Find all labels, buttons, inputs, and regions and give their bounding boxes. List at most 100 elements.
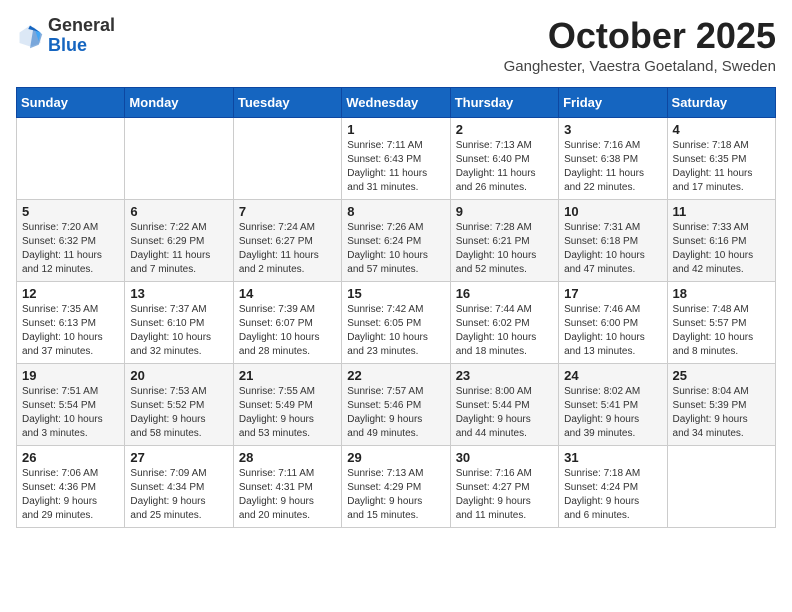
- day-info: Sunrise: 7:18 AM Sunset: 6:35 PM Dayligh…: [673, 139, 770, 195]
- day-number: 6: [130, 204, 227, 219]
- day-info: Sunrise: 7:16 AM Sunset: 6:38 PM Dayligh…: [564, 139, 661, 195]
- calendar-cell: 22Sunrise: 7:57 AM Sunset: 5:46 PM Dayli…: [342, 363, 450, 445]
- day-number: 27: [130, 450, 227, 465]
- logo: General Blue: [16, 16, 115, 56]
- day-number: 22: [347, 368, 444, 383]
- day-number: 3: [564, 122, 661, 137]
- calendar-cell: [233, 117, 341, 199]
- day-number: 29: [347, 450, 444, 465]
- calendar-cell: 16 Sunrise: 7:44 AM Sunset: 6:02 PM Dayli…: [450, 281, 558, 363]
- calendar-week-2: 5Sunrise: 7:20 AM Sunset: 6:32 PM Daylig…: [17, 199, 776, 281]
- day-number: 31: [564, 450, 661, 465]
- day-number: 16: [456, 286, 553, 301]
- day-number: 11: [673, 204, 770, 219]
- calendar-week-1: 1 Sunrise: 7:11 AM Sunset: 6:43 PM Daylig…: [17, 117, 776, 199]
- calendar-cell: 3 Sunrise: 7:16 AM Sunset: 6:38 PM Daylig…: [559, 117, 667, 199]
- day-info: Sunrise: 7:11 AM Sunset: 4:31 PM Dayligh…: [239, 467, 336, 523]
- calendar-cell: 28Sunrise: 7:11 AM Sunset: 4:31 PM Dayli…: [233, 445, 341, 527]
- calendar-cell: 29 Sunrise: 7:13 AM Sunset: 4:29 PM Dayli…: [342, 445, 450, 527]
- page-header: General Blue October 2025 Ganghester, Va…: [16, 16, 776, 75]
- calendar-cell: [17, 117, 125, 199]
- calendar-cell: 1 Sunrise: 7:11 AM Sunset: 6:43 PM Daylig…: [342, 117, 450, 199]
- day-info: Sunrise: 7:37 AM Sunset: 6:10 PM Dayligh…: [130, 303, 227, 359]
- calendar-cell: [667, 445, 775, 527]
- calendar-cell: 21Sunrise: 7:55 AM Sunset: 5:49 PM Dayli…: [233, 363, 341, 445]
- day-number: 23: [456, 368, 553, 383]
- day-number: 21: [239, 368, 336, 383]
- day-info: Sunrise: 7:13 AM Sunset: 6:40 PM Dayligh…: [456, 139, 553, 195]
- day-number: 15: [347, 286, 444, 301]
- day-number: 17: [564, 286, 661, 301]
- day-info: Sunrise: 8:00 AM Sunset: 5:44 PM Dayligh…: [456, 385, 553, 441]
- day-info: Sunrise: 7:35 AM Sunset: 6:13 PM Dayligh…: [22, 303, 119, 359]
- day-info: Sunrise: 7:28 AM Sunset: 6:21 PM Dayligh…: [456, 221, 553, 277]
- calendar-cell: 14 Sunrise: 7:39 AM Sunset: 6:07 PM Dayli…: [233, 281, 341, 363]
- calendar-cell: 27Sunrise: 7:09 AM Sunset: 4:34 PM Dayli…: [125, 445, 233, 527]
- day-info: Sunrise: 7:18 AM Sunset: 4:24 PM Dayligh…: [564, 467, 661, 523]
- calendar-cell: 25Sunrise: 8:04 AM Sunset: 5:39 PM Dayli…: [667, 363, 775, 445]
- calendar-cell: 19 Sunrise: 7:51 AM Sunset: 5:54 PM Dayli…: [17, 363, 125, 445]
- calendar-cell: 15 Sunrise: 7:42 AM Sunset: 6:05 PM Dayli…: [342, 281, 450, 363]
- day-info: Sunrise: 8:02 AM Sunset: 5:41 PM Dayligh…: [564, 385, 661, 441]
- day-number: 12: [22, 286, 119, 301]
- day-info: Sunrise: 7:48 AM Sunset: 5:57 PM Dayligh…: [673, 303, 770, 359]
- month-title: October 2025: [504, 16, 776, 56]
- day-info: Sunrise: 7:42 AM Sunset: 6:05 PM Dayligh…: [347, 303, 444, 359]
- title-block: October 2025 Ganghester, Vaestra Goetala…: [504, 16, 776, 75]
- day-number: 5: [22, 204, 119, 219]
- weekday-header-saturday: Saturday: [667, 87, 775, 117]
- day-info: Sunrise: 7:31 AM Sunset: 6:18 PM Dayligh…: [564, 221, 661, 277]
- calendar-cell: 12 Sunrise: 7:35 AM Sunset: 6:13 PM Dayli…: [17, 281, 125, 363]
- calendar-week-4: 19 Sunrise: 7:51 AM Sunset: 5:54 PM Dayli…: [17, 363, 776, 445]
- calendar-cell: 20 Sunrise: 7:53 AM Sunset: 5:52 PM Dayli…: [125, 363, 233, 445]
- calendar-cell: 6 Sunrise: 7:22 AM Sunset: 6:29 PM Daylig…: [125, 199, 233, 281]
- weekday-header-sunday: Sunday: [17, 87, 125, 117]
- calendar-cell: 26Sunrise: 7:06 AM Sunset: 4:36 PM Dayli…: [17, 445, 125, 527]
- calendar-cell: 4 Sunrise: 7:18 AM Sunset: 6:35 PM Daylig…: [667, 117, 775, 199]
- calendar-cell: 9 Sunrise: 7:28 AM Sunset: 6:21 PM Daylig…: [450, 199, 558, 281]
- day-number: 14: [239, 286, 336, 301]
- calendar-cell: 2Sunrise: 7:13 AM Sunset: 6:40 PM Daylig…: [450, 117, 558, 199]
- calendar-cell: [125, 117, 233, 199]
- weekday-header-monday: Monday: [125, 87, 233, 117]
- day-number: 18: [673, 286, 770, 301]
- day-number: 1: [347, 122, 444, 137]
- day-number: 19: [22, 368, 119, 383]
- weekday-header-row: SundayMondayTuesdayWednesdayThursdayFrid…: [17, 87, 776, 117]
- day-number: 25: [673, 368, 770, 383]
- weekday-header-friday: Friday: [559, 87, 667, 117]
- calendar-cell: 31 Sunrise: 7:18 AM Sunset: 4:24 PM Dayli…: [559, 445, 667, 527]
- day-number: 10: [564, 204, 661, 219]
- day-info: Sunrise: 7:53 AM Sunset: 5:52 PM Dayligh…: [130, 385, 227, 441]
- location-subtitle: Ganghester, Vaestra Goetaland, Sweden: [504, 58, 776, 75]
- calendar-body: 1 Sunrise: 7:11 AM Sunset: 6:43 PM Daylig…: [17, 117, 776, 527]
- day-info: Sunrise: 7:11 AM Sunset: 6:43 PM Dayligh…: [347, 139, 444, 195]
- day-info: Sunrise: 7:51 AM Sunset: 5:54 PM Dayligh…: [22, 385, 119, 441]
- day-info: Sunrise: 7:44 AM Sunset: 6:02 PM Dayligh…: [456, 303, 553, 359]
- day-number: 30: [456, 450, 553, 465]
- day-number: 4: [673, 122, 770, 137]
- logo-icon: [16, 22, 44, 50]
- day-number: 20: [130, 368, 227, 383]
- weekday-header-wednesday: Wednesday: [342, 87, 450, 117]
- day-info: Sunrise: 7:24 AM Sunset: 6:27 PM Dayligh…: [239, 221, 336, 277]
- day-info: Sunrise: 7:39 AM Sunset: 6:07 PM Dayligh…: [239, 303, 336, 359]
- calendar-cell: 11 Sunrise: 7:33 AM Sunset: 6:16 PM Dayli…: [667, 199, 775, 281]
- day-number: 24: [564, 368, 661, 383]
- day-info: Sunrise: 7:13 AM Sunset: 4:29 PM Dayligh…: [347, 467, 444, 523]
- calendar-cell: 5Sunrise: 7:20 AM Sunset: 6:32 PM Daylig…: [17, 199, 125, 281]
- day-info: Sunrise: 7:33 AM Sunset: 6:16 PM Dayligh…: [673, 221, 770, 277]
- day-number: 26: [22, 450, 119, 465]
- day-info: Sunrise: 7:22 AM Sunset: 6:29 PM Dayligh…: [130, 221, 227, 277]
- calendar-cell: 17Sunrise: 7:46 AM Sunset: 6:00 PM Dayli…: [559, 281, 667, 363]
- calendar-header: SundayMondayTuesdayWednesdayThursdayFrid…: [17, 87, 776, 117]
- calendar-cell: 13Sunrise: 7:37 AM Sunset: 6:10 PM Dayli…: [125, 281, 233, 363]
- day-number: 9: [456, 204, 553, 219]
- calendar-cell: 18 Sunrise: 7:48 AM Sunset: 5:57 PM Dayli…: [667, 281, 775, 363]
- weekday-header-tuesday: Tuesday: [233, 87, 341, 117]
- logo-text: General Blue: [48, 16, 115, 56]
- calendar-cell: 23 Sunrise: 8:00 AM Sunset: 5:44 PM Dayli…: [450, 363, 558, 445]
- calendar-cell: 24 Sunrise: 8:02 AM Sunset: 5:41 PM Dayli…: [559, 363, 667, 445]
- calendar-cell: 8Sunrise: 7:26 AM Sunset: 6:24 PM Daylig…: [342, 199, 450, 281]
- calendar-cell: 10 Sunrise: 7:31 AM Sunset: 6:18 PM Dayli…: [559, 199, 667, 281]
